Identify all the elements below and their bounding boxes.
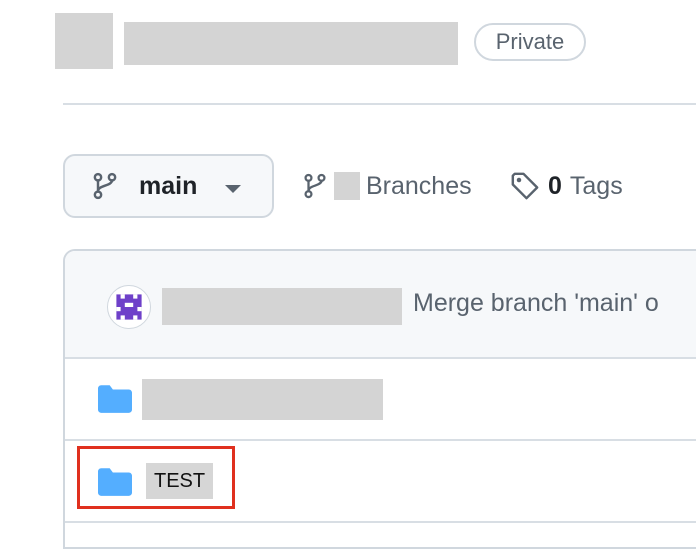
header-divider [63, 103, 696, 105]
tags-label: Tags [569, 171, 623, 200]
branch-selector-button[interactable]: main [63, 154, 274, 218]
git-branch-icon [93, 172, 117, 200]
branch-count-redacted [334, 172, 360, 200]
folder-icon [98, 385, 132, 413]
folder-name-redacted[interactable] [142, 379, 383, 420]
visibility-badge: Private [474, 23, 586, 61]
branches-label: Branches [366, 171, 472, 200]
chevron-down-icon [225, 185, 241, 193]
current-branch-label: main [139, 171, 198, 200]
repo-name-redacted[interactable] [124, 22, 458, 65]
commit-message[interactable]: Merge branch 'main' o [413, 289, 659, 318]
tags-count: 0 [548, 171, 562, 200]
tag-icon [511, 172, 539, 200]
highlight-box [77, 446, 235, 509]
commit-author-redacted[interactable] [162, 288, 402, 325]
git-branch-icon [304, 173, 326, 199]
branches-link[interactable]: Branches [302, 168, 472, 204]
tags-link[interactable]: 0 Tags [510, 168, 623, 204]
latest-commit-row: Merge branch 'main' o [65, 251, 696, 359]
file-row[interactable] [65, 359, 696, 441]
repo-owner-avatar-redacted [55, 13, 113, 69]
avatar-identicon[interactable] [107, 285, 151, 329]
